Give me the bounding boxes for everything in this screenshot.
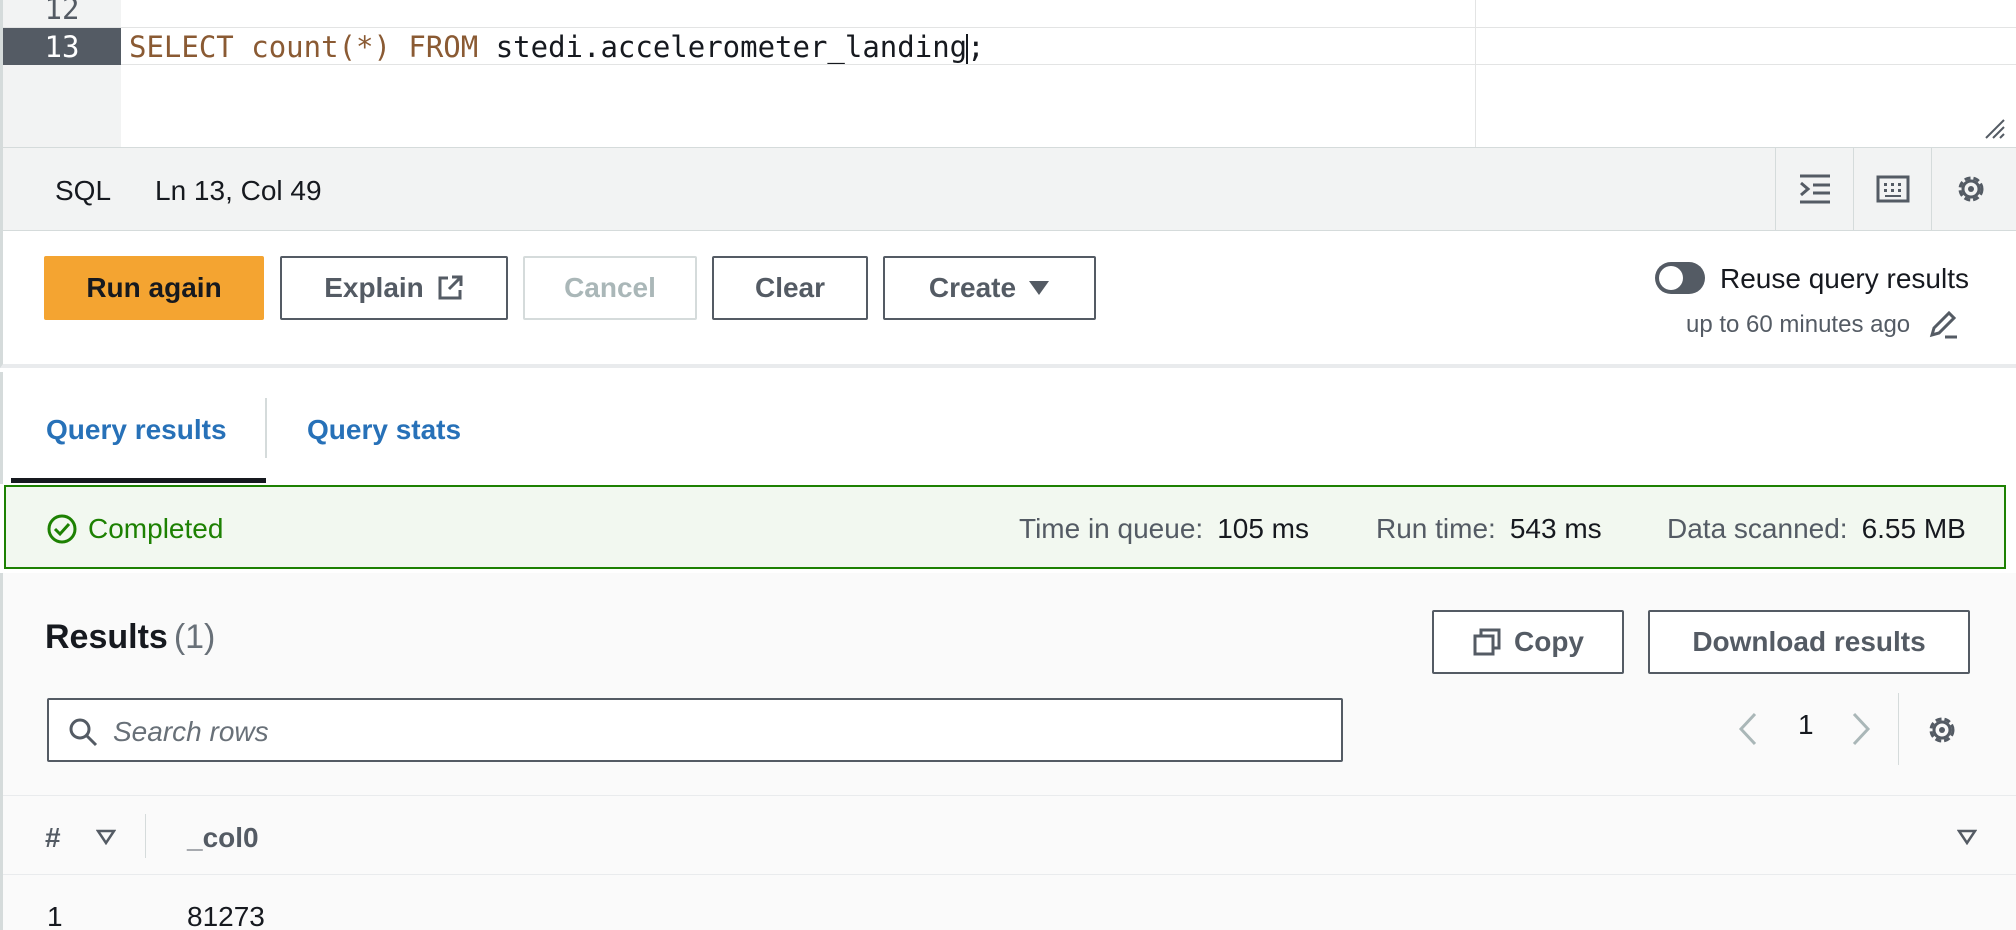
- create-label: Create: [928, 272, 1017, 303]
- caret-down-icon: [1029, 281, 1050, 295]
- data-scanned: Data scanned: 6.55 MB: [1667, 513, 1966, 545]
- sql-keyword: SELECT: [129, 30, 234, 64]
- settings-icon[interactable]: [1925, 713, 1959, 747]
- sql-keyword: FROM: [408, 30, 479, 64]
- active-tab-indicator: [11, 478, 266, 483]
- line-number: 13: [3, 28, 121, 65]
- resize-grip-icon[interactable]: [1982, 116, 2006, 140]
- data-scanned-value: 6.55 MB: [1861, 513, 1966, 544]
- tab-query-results[interactable]: Query results: [46, 414, 227, 446]
- keyboard-icon: [1876, 175, 1909, 203]
- reuse-query-results-label: Reuse query results: [1720, 263, 1970, 294]
- editor-status-bar: SQL Ln 13, Col 49: [0, 147, 2016, 231]
- results-heading: Results (1): [45, 618, 215, 657]
- cancel-button[interactable]: Cancel: [523, 256, 697, 320]
- results-panel: Results (1) Copy Download results Search …: [0, 573, 2016, 930]
- column-header-col0[interactable]: _col0: [187, 822, 259, 854]
- copy-label: Copy: [1514, 626, 1584, 657]
- results-title: Results: [45, 618, 168, 656]
- time-in-queue: Time in queue: 105 ms: [1019, 513, 1309, 545]
- sql-identifier: stedi.accelerometer_landing: [495, 30, 968, 64]
- code-line[interactable]: 12: [3, 0, 2016, 28]
- column-divider: [145, 814, 146, 858]
- results-tabs: Query results Query stats: [0, 372, 2016, 484]
- language-label: SQL: [55, 175, 112, 206]
- current-page[interactable]: 1: [1798, 709, 1814, 741]
- chevron-right-icon[interactable]: [1851, 712, 1871, 746]
- editor-settings-button[interactable]: [1931, 148, 2009, 230]
- sql-function: count(*): [251, 30, 391, 64]
- tab-divider: [265, 398, 267, 458]
- column-header-index[interactable]: #: [45, 822, 61, 854]
- line-number: 12: [44, 0, 80, 26]
- search-placeholder: Search rows: [113, 716, 269, 747]
- sort-caret-icon[interactable]: [96, 829, 116, 845]
- time-in-queue-value: 105 ms: [1217, 513, 1310, 544]
- cursor-position: Ln 13, Col 49: [155, 175, 322, 206]
- tab-query-stats[interactable]: Query stats: [307, 414, 461, 446]
- download-results-button[interactable]: Download results: [1648, 610, 1970, 674]
- code-text[interactable]: SELECT count(*) FROM stedi.accelerometer…: [129, 28, 985, 66]
- run-time-label: Run time:: [1376, 513, 1496, 544]
- keyboard-shortcuts-button[interactable]: [1853, 148, 1931, 230]
- download-results-label: Download results: [1692, 626, 1926, 657]
- explain-label: Explain: [324, 272, 424, 303]
- table-header-row: # _col0: [3, 795, 2016, 875]
- sort-caret-icon[interactable]: [1957, 829, 1977, 845]
- results-count: (1): [173, 618, 216, 656]
- run-again-label: Run again: [86, 272, 222, 303]
- external-link-icon: [438, 275, 463, 300]
- copy-icon: [1473, 628, 1501, 656]
- row-index-cell: 1: [47, 901, 63, 930]
- row-value-cell: 81273: [187, 901, 265, 930]
- data-scanned-label: Data scanned:: [1667, 513, 1848, 544]
- run-time: Run time: 543 ms: [1376, 513, 1602, 545]
- query-action-bar: Run again Explain Cancel Clear Create: [0, 231, 2016, 368]
- edit-icon[interactable]: [1927, 308, 1959, 340]
- copy-button[interactable]: Copy: [1432, 610, 1624, 674]
- sql-terminator: ;: [967, 30, 985, 64]
- chevron-left-icon[interactable]: [1738, 712, 1758, 746]
- search-rows-input[interactable]: Search rows: [47, 698, 1343, 762]
- code-line-active[interactable]: 13 SELECT count(*) FROM stedi.accelerome…: [3, 27, 2016, 65]
- status-badge: Completed: [46, 513, 223, 545]
- cancel-label: Cancel: [564, 272, 656, 303]
- clear-button[interactable]: Clear: [712, 256, 868, 320]
- search-icon: [69, 718, 98, 747]
- explain-button[interactable]: Explain: [280, 256, 508, 320]
- pager-divider: [1898, 693, 1899, 765]
- time-in-queue-label: Time in queue:: [1019, 513, 1204, 544]
- run-time-value: 543 ms: [1509, 513, 1602, 544]
- check-circle-icon: [47, 514, 77, 544]
- query-status-banner: Completed Time in queue: 105 ms Run time:…: [4, 485, 2006, 569]
- reuse-query-results-toggle[interactable]: [1655, 262, 1705, 294]
- create-dropdown-button[interactable]: Create: [883, 256, 1096, 320]
- reuse-duration-text: up to 60 minutes ago: [1686, 311, 1911, 338]
- format-query-button[interactable]: [1775, 148, 1853, 230]
- settings-icon: [1958, 176, 1983, 202]
- run-again-button[interactable]: Run again: [44, 256, 264, 320]
- clear-label: Clear: [754, 272, 826, 303]
- sql-editor[interactable]: 12 13 SELECT count(*) FROM stedi.acceler…: [0, 0, 2016, 147]
- status-text: Completed: [88, 513, 224, 544]
- indent-icon: [1799, 174, 1830, 204]
